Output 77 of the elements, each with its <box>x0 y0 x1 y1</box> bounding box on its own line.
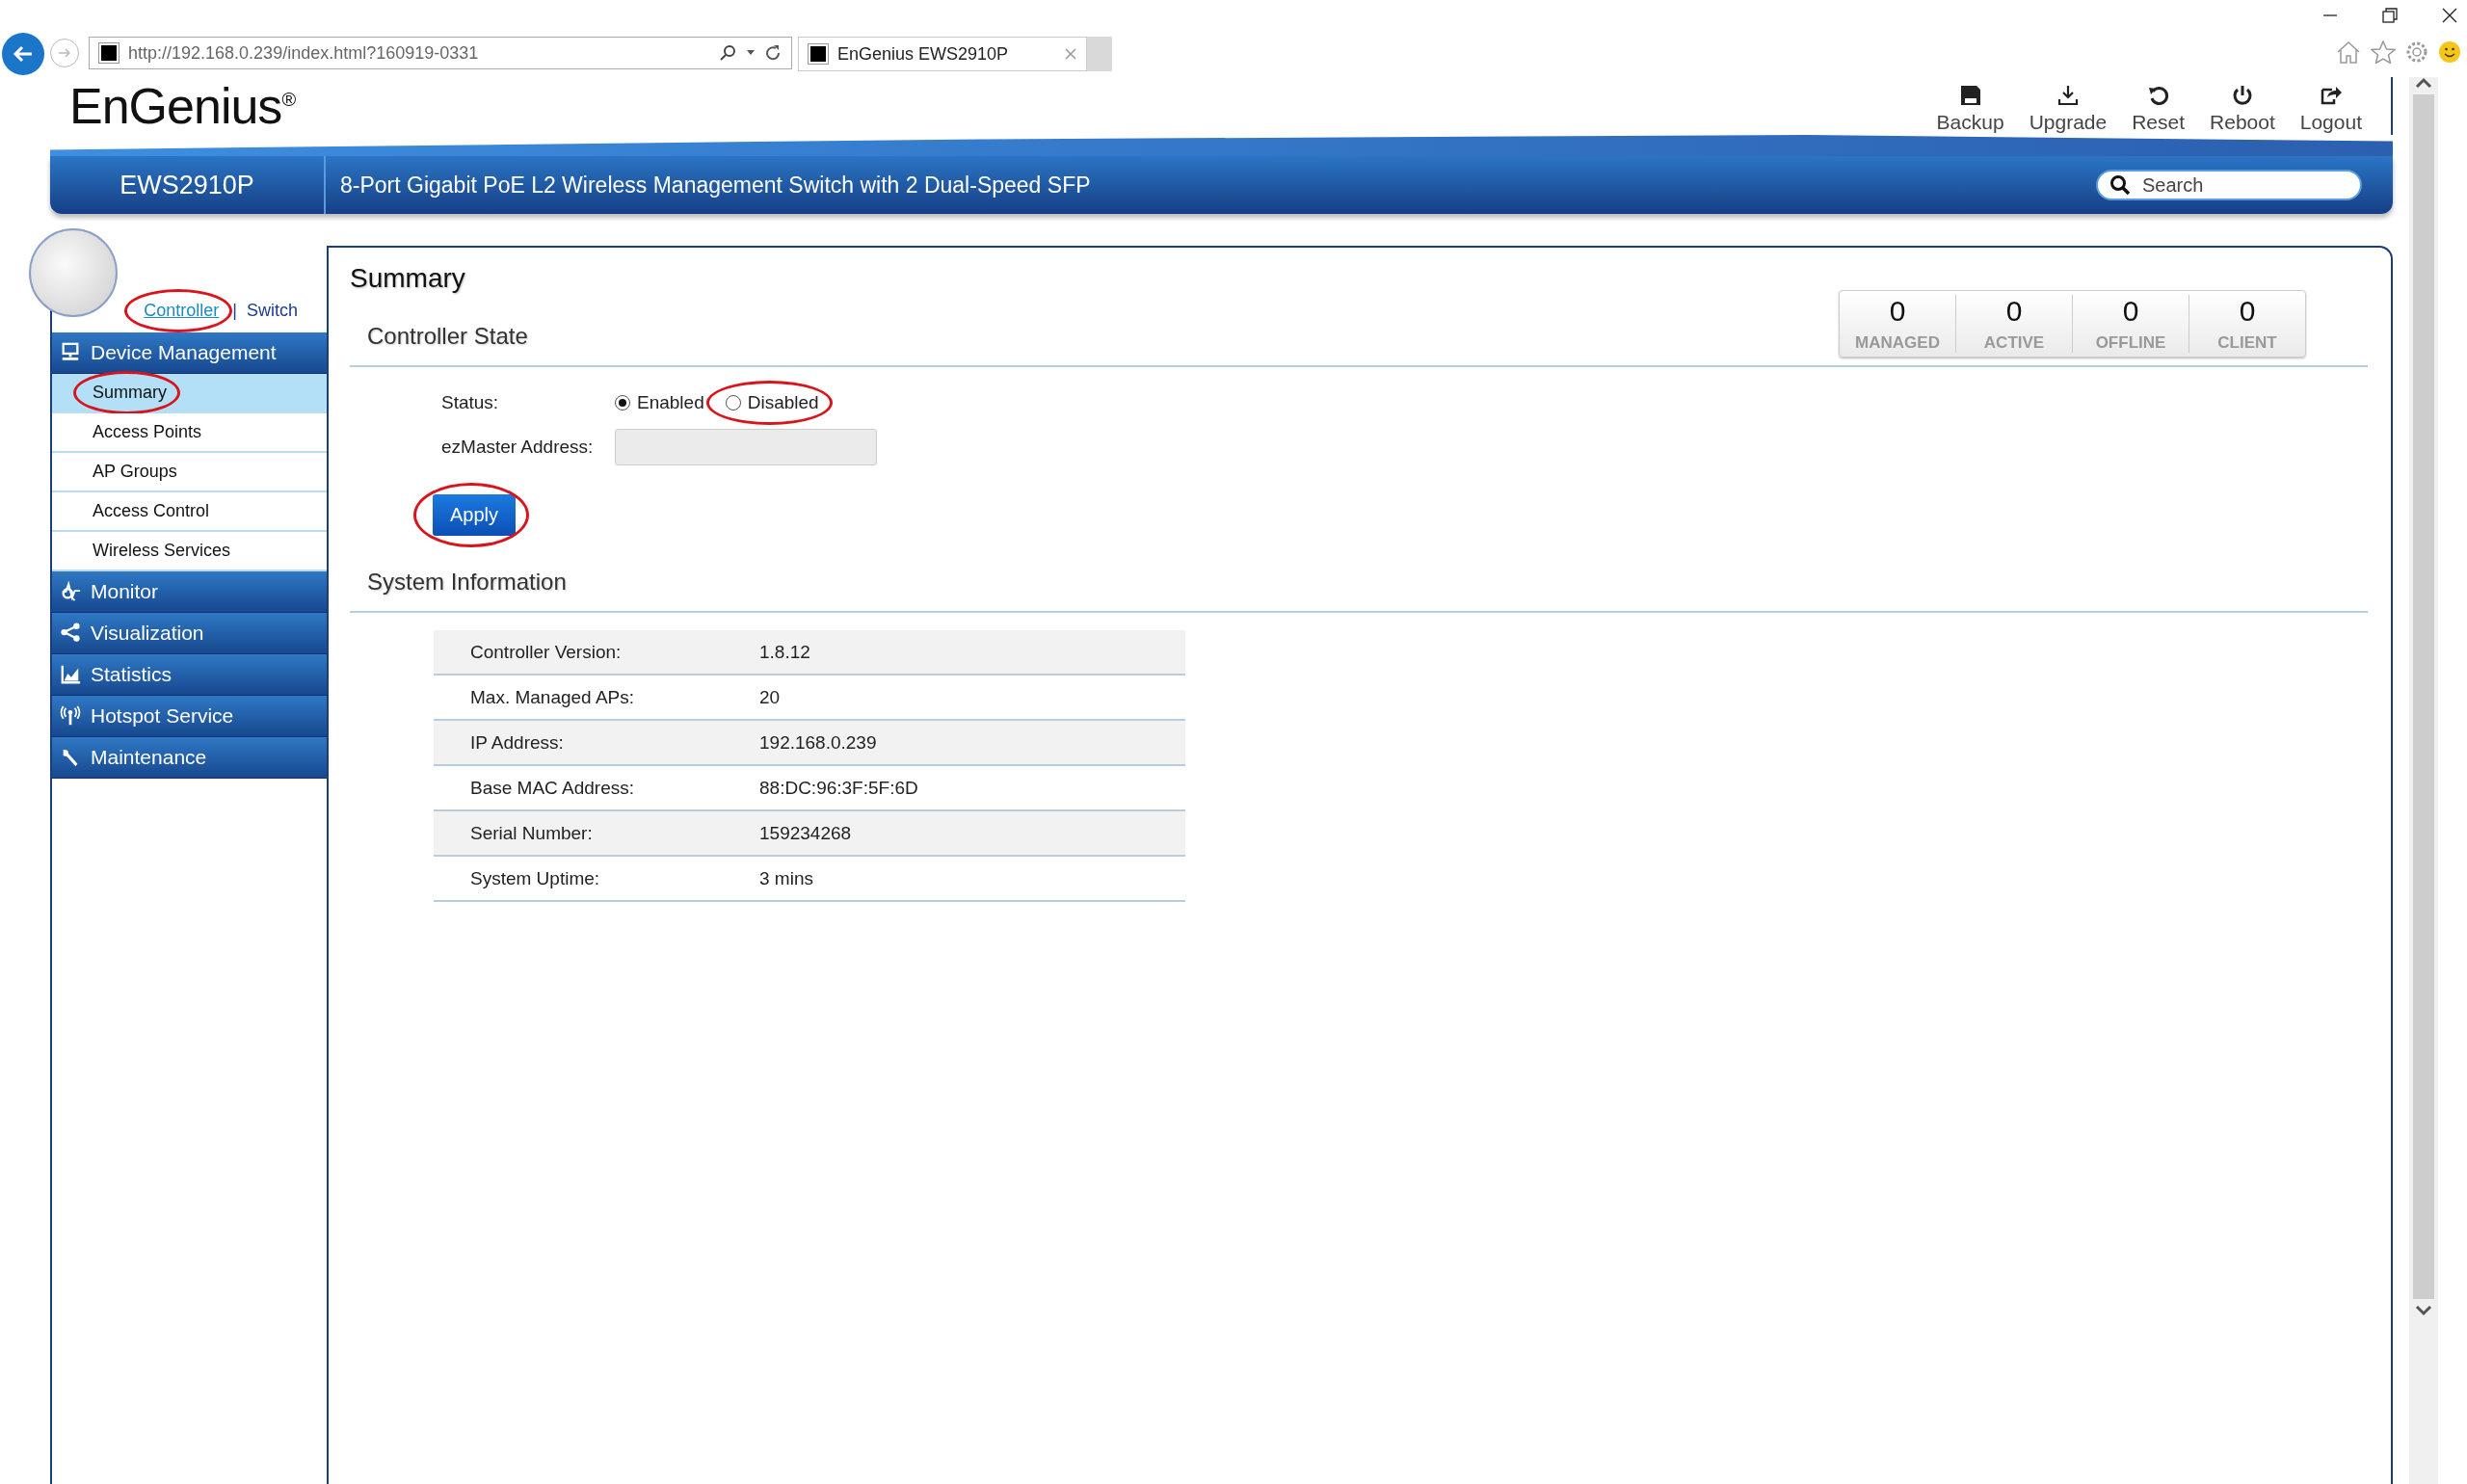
separator-text: | <box>232 301 237 321</box>
info-label: Serial Number: <box>469 822 594 844</box>
chevron-down-icon[interactable] <box>2415 1305 2432 1316</box>
info-value: 1.8.12 <box>759 641 810 663</box>
home-icon[interactable] <box>2336 40 2361 64</box>
stat-label: MANAGED <box>1855 333 1940 353</box>
field-label: Status: <box>441 392 500 413</box>
field-label: ezMaster Address: <box>441 437 595 458</box>
mode-link[interactable]: Switch <box>247 301 298 321</box>
scrollbar-thumb[interactable] <box>2413 94 2434 1299</box>
browser-tab[interactable]: EnGenius EWS2910P <box>798 37 1087 71</box>
computer-icon <box>60 342 81 363</box>
info-value: 88:DC:96:3F:5F:6D <box>759 777 918 799</box>
chart-icon <box>60 664 81 685</box>
info-label: Base MAC Address: <box>469 777 636 799</box>
radio-option[interactable]: Enabled <box>615 392 704 413</box>
info-value: 20 <box>759 686 781 708</box>
back-button[interactable] <box>2 33 44 75</box>
info-value: 159234268 <box>759 822 852 844</box>
scrollbar[interactable] <box>2409 77 2438 1484</box>
reset-icon <box>2146 84 2170 107</box>
stat-label: ACTIVE <box>1983 333 2045 353</box>
restore-icon[interactable] <box>2382 8 2398 23</box>
settings-icon[interactable] <box>2405 40 2428 64</box>
caret-icon[interactable] <box>747 50 755 56</box>
stat-label: CLIENT <box>2217 333 2277 353</box>
info-value: 192.168.0.239 <box>759 731 877 754</box>
search-icon[interactable] <box>720 44 737 62</box>
tab-title: EnGenius EWS2910P <box>837 43 1010 65</box>
address-input-field[interactable] <box>615 429 877 465</box>
stat-value: 0 <box>2005 295 2023 328</box>
chevron-up-icon[interactable] <box>2415 77 2432 89</box>
info-value: 3 mins <box>759 867 813 889</box>
sidebar-item[interactable]: Summary <box>52 374 327 413</box>
search-icon <box>2109 174 2131 196</box>
smiley-icon[interactable] <box>2438 40 2461 64</box>
info-label: System Uptime: <box>469 867 601 889</box>
stat-value: 0 <box>2239 295 2256 328</box>
page-title: Summary <box>350 263 466 294</box>
toolbar-button[interactable]: Reset <box>2132 84 2186 134</box>
logout-icon <box>2319 84 2343 107</box>
apply-button[interactable]: Apply <box>433 494 517 536</box>
sidebar-section[interactable]: Device Management <box>52 332 327 374</box>
toolbar-button[interactable]: Reboot <box>2210 84 2275 134</box>
toolbar-button[interactable]: Logout <box>2299 84 2362 134</box>
model-description: 8-Port Gigabit PoE L2 Wireless Management Switch with 2 Dual-Speed SFP <box>339 172 1092 199</box>
heartbeat-icon <box>60 581 81 602</box>
sidebar-section[interactable]: Monitor <box>52 571 327 613</box>
brand-logo: EnGenius$^{®}$ <box>69 77 296 135</box>
sidebar-section[interactable]: Visualization <box>52 613 327 654</box>
section-heading: System Information <box>350 540 2368 613</box>
info-label: IP Address: <box>469 731 565 754</box>
stat-value: 0 <box>2122 295 2139 328</box>
toolbar-button[interactable]: Upgrade <box>2029 84 2108 134</box>
mode-link[interactable]: Controller <box>144 301 220 321</box>
search-field[interactable]: Search <box>2096 170 2362 200</box>
page-icon <box>809 44 828 64</box>
antenna-icon <box>60 705 81 727</box>
info-label: Max. Managed APs: <box>469 686 636 708</box>
stat-value: 0 <box>1889 295 1906 328</box>
sidebar-item[interactable]: Access Points <box>52 413 327 453</box>
radio-option[interactable]: Disabled <box>725 392 819 413</box>
star-icon[interactable] <box>2371 40 2396 64</box>
sidebar-section[interactable]: Hotspot Service <box>52 696 327 737</box>
refresh-icon[interactable] <box>764 44 782 62</box>
address-bar[interactable]: http://192.168.0.239/index.html?160919-0331 <box>89 37 792 69</box>
info-label: Controller Version: <box>469 641 623 663</box>
close-icon[interactable] <box>2442 8 2457 23</box>
sidebar-section[interactable]: Statistics <box>52 654 327 696</box>
page-icon <box>99 43 119 63</box>
model-name: EWS2910P <box>50 156 326 214</box>
sidebar-section[interactable]: Maintenance <box>52 737 327 779</box>
url-text: http://192.168.0.239/index.html?160919-0331 <box>128 42 480 64</box>
stat-label: OFFLINE <box>2095 333 2166 353</box>
download-icon <box>2056 84 2080 107</box>
toolbar-button[interactable]: Backup <box>1936 84 2004 134</box>
share-icon <box>60 623 81 644</box>
